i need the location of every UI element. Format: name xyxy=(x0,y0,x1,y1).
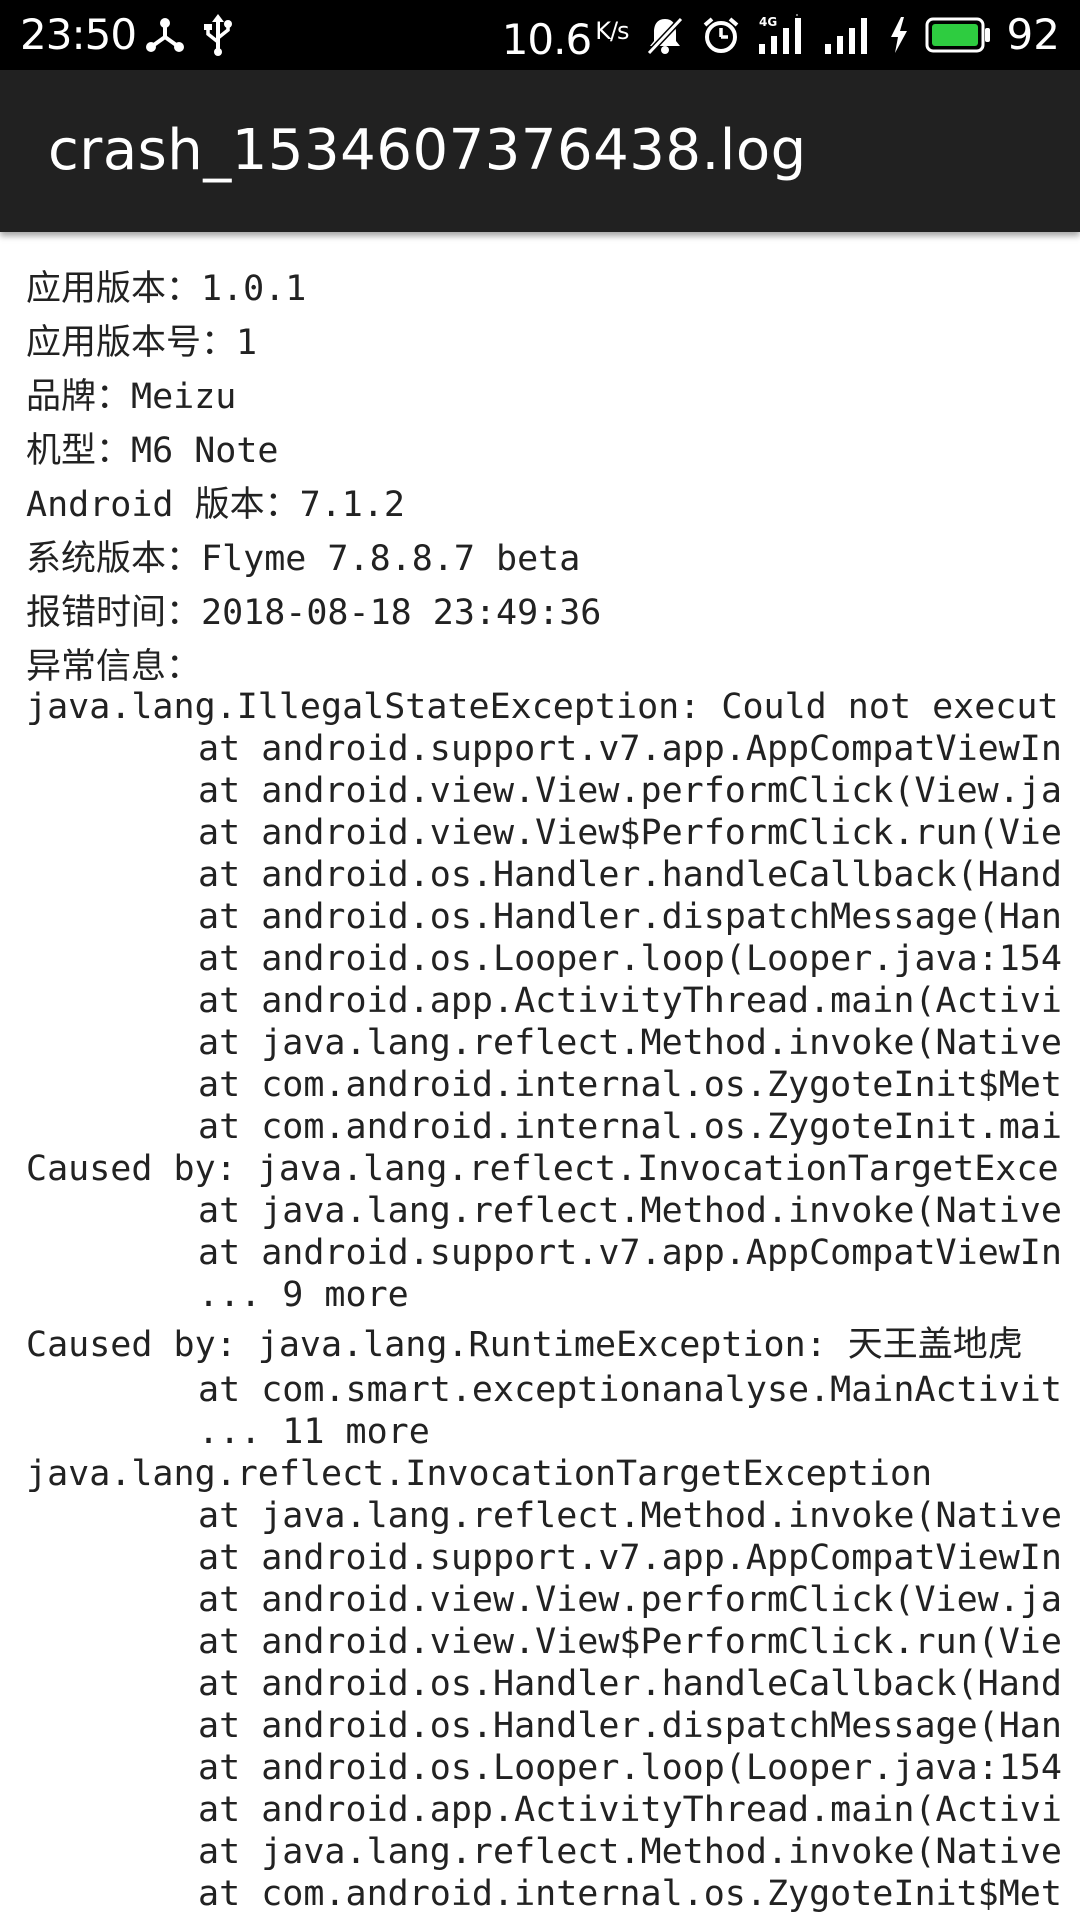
stack-line: at android.os.Looper.loop(Looper.java:15… xyxy=(198,939,1062,979)
status-left-icons xyxy=(145,14,233,56)
stack-line: java.lang.reflect.InvocationTargetExcept… xyxy=(26,1454,933,1494)
stack-line: at java.lang.reflect.Method.invoke(Nativ… xyxy=(198,1832,1062,1872)
stack-line: at android.view.View.performClick(View.j… xyxy=(198,1580,1062,1620)
stack-line: at com.android.internal.os.ZygoteInit$Me… xyxy=(198,1874,1062,1914)
stack-trace: java.lang.IllegalStateException: Could n… xyxy=(26,686,1080,1915)
stack-line: at android.os.Handler.handleCallback(Han… xyxy=(198,855,1062,895)
stack-line: java.lang.IllegalStateException: Could n… xyxy=(26,687,1059,727)
battery-icon xyxy=(925,17,991,53)
device-info-list: 应用版本：1.0.1 应用版本号：1 品牌：Meizu 机型：M6 Note A… xyxy=(26,262,601,694)
stack-line: at android.app.ActivityThread.main(Activ… xyxy=(198,981,1062,1021)
svg-text:4G: 4G xyxy=(759,15,777,29)
stack-line: at android.os.Handler.dispatchMessage(Ha… xyxy=(198,897,1062,937)
stack-line: at android.view.View$PerformClick.run(Vi… xyxy=(198,1622,1062,1662)
stack-line: at android.os.Handler.dispatchMessage(Ha… xyxy=(198,1706,1062,1746)
stack-line: at android.support.v7.app.AppCompatViewI… xyxy=(198,1538,1062,1578)
network-speed-unit: K/s xyxy=(595,16,629,45)
usb-icon xyxy=(203,14,233,56)
signal-4g-icon: 4G xyxy=(757,14,807,56)
info-line-error-time: 报错时间：2018-08-18 23:49:36 xyxy=(26,593,602,633)
stack-line: at java.lang.reflect.Method.invoke(Nativ… xyxy=(198,1023,1062,1063)
stack-line: ... 9 more xyxy=(198,1275,409,1315)
alarm-icon xyxy=(701,15,741,55)
stack-line: at android.view.View$PerformClick.run(Vi… xyxy=(198,813,1062,853)
stack-line: at android.support.v7.app.AppCompatViewI… xyxy=(198,1233,1062,1273)
stack-line: at android.os.Looper.loop(Looper.java:15… xyxy=(198,1748,1062,1788)
stack-line: at com.android.internal.os.ZygoteInit.ma… xyxy=(198,1107,1062,1147)
network-speed: 10.6 K/s xyxy=(501,6,630,65)
stack-line: ... 11 more xyxy=(198,1412,430,1452)
battery-percent: 92 xyxy=(1006,10,1060,59)
stack-line: at com.android.internal.os.ZygoteInit$Me… xyxy=(198,1065,1062,1105)
stack-line: at android.os.Handler.handleCallback(Han… xyxy=(198,1664,1062,1704)
stack-line: at android.app.ActivityThread.main(Activ… xyxy=(198,1790,1062,1830)
bell-muted-icon xyxy=(645,15,685,55)
info-line-app-version: 应用版本：1.0.1 xyxy=(26,269,307,309)
signal-icon xyxy=(823,14,873,56)
stack-line: at java.lang.reflect.Method.invoke(Nativ… xyxy=(198,1496,1062,1536)
status-bar: 23:50 10.6 K/s 4G 92 xyxy=(0,0,1080,70)
page-title: crash_1534607376438.log xyxy=(48,118,807,183)
network-share-icon xyxy=(145,15,185,55)
log-content[interactable]: 应用版本：1.0.1 应用版本号：1 品牌：Meizu 机型：M6 Note A… xyxy=(0,232,1080,1920)
info-line-brand: 品牌：Meizu xyxy=(26,377,237,417)
status-time: 23:50 xyxy=(20,10,137,59)
info-line-android-version: Android 版本：7.1.2 xyxy=(26,485,405,525)
info-line-app-version-code: 应用版本号：1 xyxy=(26,323,258,363)
stack-line-caused-by: Caused by: java.lang.reflect.InvocationT… xyxy=(26,1149,1059,1189)
stack-line: at android.support.v7.app.AppCompatViewI… xyxy=(198,729,1062,769)
stack-line: at java.lang.reflect.Method.invoke(Nativ… xyxy=(198,1191,1062,1231)
stack-line: at android.view.View.performClick(View.j… xyxy=(198,771,1062,811)
charging-icon xyxy=(889,15,909,55)
network-speed-value: 10.6 xyxy=(501,14,593,64)
stack-line-caused-by: Caused by: java.lang.RuntimeException: 天… xyxy=(26,1325,1023,1365)
info-line-system-version: 系统版本：Flyme 7.8.8.7 beta xyxy=(26,539,581,579)
stack-line: at com.smart.exceptionanalyse.MainActivi… xyxy=(198,1370,1062,1410)
app-bar: crash_1534607376438.log xyxy=(0,70,1080,232)
status-right-group: 10.6 K/s 4G 92 xyxy=(502,10,1060,64)
info-line-model: 机型：M6 Note xyxy=(26,431,279,471)
